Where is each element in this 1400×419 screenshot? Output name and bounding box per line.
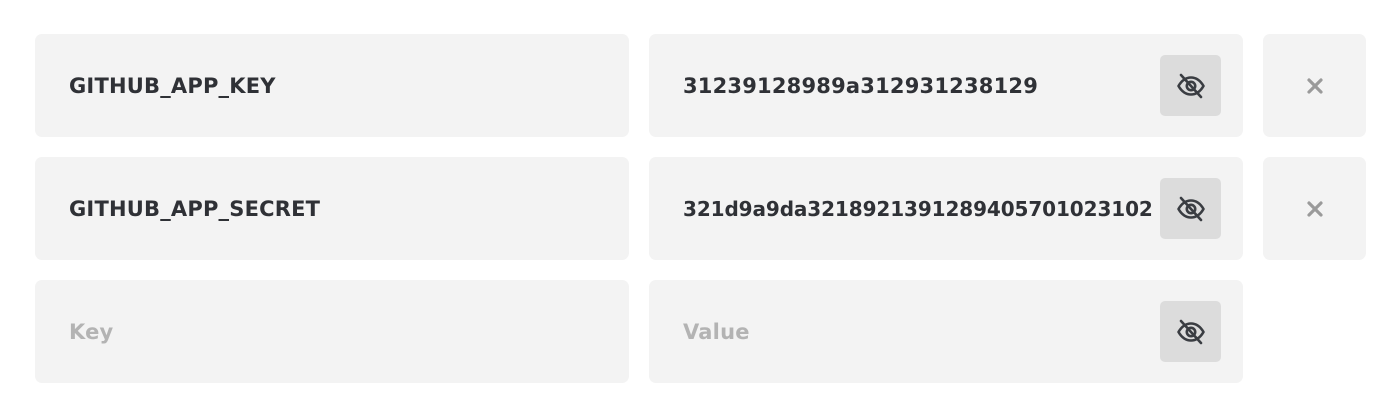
env-variable-row [35,157,1366,260]
key-field [35,34,629,137]
toggle-visibility-button[interactable] [1160,301,1221,362]
remove-variable-button[interactable] [1263,157,1366,260]
new-variable-row [35,280,1366,383]
eye-off-icon [1176,319,1205,344]
remove-variable-button[interactable] [1263,34,1366,137]
key-input[interactable] [35,34,629,137]
close-icon [1306,200,1323,217]
close-icon [1306,77,1323,94]
value-field [649,157,1243,260]
toggle-visibility-button[interactable] [1160,178,1221,239]
toggle-visibility-button[interactable] [1160,55,1221,116]
new-key-input[interactable] [35,280,629,383]
eye-off-icon [1176,73,1205,98]
value-field [649,280,1243,383]
value-field [649,34,1243,137]
key-field [35,157,629,260]
new-value-input[interactable] [649,280,1154,383]
key-field [35,280,629,383]
env-variable-row [35,34,1366,137]
value-input[interactable] [649,34,1154,137]
key-input[interactable] [35,157,629,260]
value-input[interactable] [649,157,1154,260]
eye-off-icon [1176,196,1205,221]
